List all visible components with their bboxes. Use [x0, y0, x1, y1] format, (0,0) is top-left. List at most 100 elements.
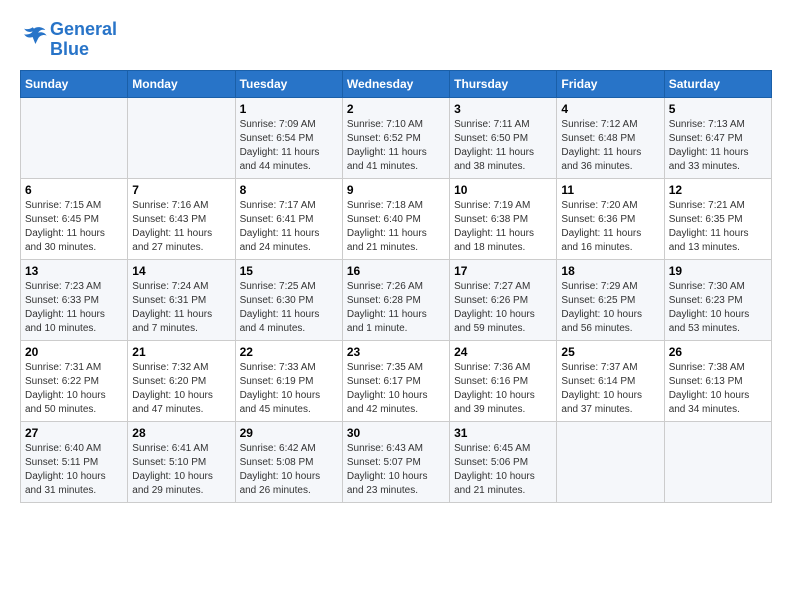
weekday-header: Friday	[557, 70, 664, 97]
day-info: Sunrise: 7:31 AM Sunset: 6:22 PM Dayligh…	[25, 361, 123, 417]
day-info: Sunrise: 7:32 AM Sunset: 6:20 PM Dayligh…	[132, 361, 230, 417]
day-number: 18	[561, 264, 659, 278]
day-info: Sunrise: 7:23 AM Sunset: 6:33 PM Dayligh…	[25, 280, 123, 336]
calendar-cell: 7 Sunrise: 7:16 AM Sunset: 6:43 PM Daylig…	[128, 178, 235, 259]
calendar-cell	[664, 421, 771, 502]
day-number: 16	[347, 264, 445, 278]
day-info: Sunrise: 7:20 AM Sunset: 6:36 PM Dayligh…	[561, 199, 659, 255]
calendar-cell: 30 Sunrise: 6:43 AM Sunset: 5:07 PM Dayli…	[342, 421, 449, 502]
day-info: Sunrise: 7:24 AM Sunset: 6:31 PM Dayligh…	[132, 280, 230, 336]
calendar-cell: 6 Sunrise: 7:15 AM Sunset: 6:45 PM Daylig…	[21, 178, 128, 259]
day-info: Sunrise: 7:26 AM Sunset: 6:28 PM Dayligh…	[347, 280, 445, 336]
weekday-header: Sunday	[21, 70, 128, 97]
day-number: 24	[454, 345, 552, 359]
day-number: 25	[561, 345, 659, 359]
day-number: 29	[240, 426, 338, 440]
weekday-header: Tuesday	[235, 70, 342, 97]
day-info: Sunrise: 7:15 AM Sunset: 6:45 PM Dayligh…	[25, 199, 123, 255]
day-number: 13	[25, 264, 123, 278]
calendar-week-row: 20 Sunrise: 7:31 AM Sunset: 6:22 PM Dayli…	[21, 340, 772, 421]
day-info: Sunrise: 7:09 AM Sunset: 6:54 PM Dayligh…	[240, 118, 338, 174]
calendar-cell	[21, 97, 128, 178]
day-info: Sunrise: 7:12 AM Sunset: 6:48 PM Dayligh…	[561, 118, 659, 174]
day-info: Sunrise: 7:19 AM Sunset: 6:38 PM Dayligh…	[454, 199, 552, 255]
day-number: 15	[240, 264, 338, 278]
calendar-week-row: 1Sunrise: 7:09 AM Sunset: 6:54 PM Daylig…	[21, 97, 772, 178]
day-info: Sunrise: 7:30 AM Sunset: 6:23 PM Dayligh…	[669, 280, 767, 336]
day-number: 11	[561, 183, 659, 197]
day-info: Sunrise: 7:27 AM Sunset: 6:26 PM Dayligh…	[454, 280, 552, 336]
day-number: 2	[347, 102, 445, 116]
logo: General Blue	[20, 20, 117, 60]
day-info: Sunrise: 6:43 AM Sunset: 5:07 PM Dayligh…	[347, 442, 445, 498]
day-number: 5	[669, 102, 767, 116]
day-number: 31	[454, 426, 552, 440]
calendar-week-row: 27 Sunrise: 6:40 AM Sunset: 5:11 PM Dayli…	[21, 421, 772, 502]
calendar-week-row: 6 Sunrise: 7:15 AM Sunset: 6:45 PM Daylig…	[21, 178, 772, 259]
calendar-cell: 26 Sunrise: 7:38 AM Sunset: 6:13 PM Dayli…	[664, 340, 771, 421]
day-number: 26	[669, 345, 767, 359]
day-number: 10	[454, 183, 552, 197]
day-number: 9	[347, 183, 445, 197]
calendar-header: SundayMondayTuesdayWednesdayThursdayFrid…	[21, 70, 772, 97]
calendar-cell: 8Sunrise: 7:17 AM Sunset: 6:41 PM Daylig…	[235, 178, 342, 259]
calendar-cell: 28 Sunrise: 6:41 AM Sunset: 5:10 PM Dayli…	[128, 421, 235, 502]
day-number: 28	[132, 426, 230, 440]
calendar-cell: 16 Sunrise: 7:26 AM Sunset: 6:28 PM Dayli…	[342, 259, 449, 340]
weekday-header: Saturday	[664, 70, 771, 97]
day-info: Sunrise: 7:33 AM Sunset: 6:19 PM Dayligh…	[240, 361, 338, 417]
calendar-cell: 2 Sunrise: 7:10 AM Sunset: 6:52 PM Daylig…	[342, 97, 449, 178]
weekday-row: SundayMondayTuesdayWednesdayThursdayFrid…	[21, 70, 772, 97]
day-number: 6	[25, 183, 123, 197]
day-info: Sunrise: 7:16 AM Sunset: 6:43 PM Dayligh…	[132, 199, 230, 255]
calendar-cell: 15 Sunrise: 7:25 AM Sunset: 6:30 PM Dayli…	[235, 259, 342, 340]
day-info: Sunrise: 7:38 AM Sunset: 6:13 PM Dayligh…	[669, 361, 767, 417]
day-info: Sunrise: 6:41 AM Sunset: 5:10 PM Dayligh…	[132, 442, 230, 498]
calendar-cell: 29 Sunrise: 6:42 AM Sunset: 5:08 PM Dayli…	[235, 421, 342, 502]
calendar-table: SundayMondayTuesdayWednesdayThursdayFrid…	[20, 70, 772, 503]
logo-icon	[20, 23, 48, 51]
day-number: 3	[454, 102, 552, 116]
day-number: 12	[669, 183, 767, 197]
day-number: 22	[240, 345, 338, 359]
calendar-cell: 31 Sunrise: 6:45 AM Sunset: 5:06 PM Dayli…	[450, 421, 557, 502]
day-number: 19	[669, 264, 767, 278]
calendar-cell: 1Sunrise: 7:09 AM Sunset: 6:54 PM Daylig…	[235, 97, 342, 178]
day-info: Sunrise: 7:35 AM Sunset: 6:17 PM Dayligh…	[347, 361, 445, 417]
calendar-cell: 10 Sunrise: 7:19 AM Sunset: 6:38 PM Dayli…	[450, 178, 557, 259]
day-info: Sunrise: 7:13 AM Sunset: 6:47 PM Dayligh…	[669, 118, 767, 174]
day-info: Sunrise: 6:40 AM Sunset: 5:11 PM Dayligh…	[25, 442, 123, 498]
calendar-cell: 21 Sunrise: 7:32 AM Sunset: 6:20 PM Dayli…	[128, 340, 235, 421]
day-info: Sunrise: 7:18 AM Sunset: 6:40 PM Dayligh…	[347, 199, 445, 255]
day-info: Sunrise: 7:29 AM Sunset: 6:25 PM Dayligh…	[561, 280, 659, 336]
day-number: 27	[25, 426, 123, 440]
calendar-cell: 3 Sunrise: 7:11 AM Sunset: 6:50 PM Daylig…	[450, 97, 557, 178]
day-number: 30	[347, 426, 445, 440]
day-number: 14	[132, 264, 230, 278]
calendar-week-row: 13 Sunrise: 7:23 AM Sunset: 6:33 PM Dayli…	[21, 259, 772, 340]
calendar-cell: 11 Sunrise: 7:20 AM Sunset: 6:36 PM Dayli…	[557, 178, 664, 259]
calendar-cell: 24 Sunrise: 7:36 AM Sunset: 6:16 PM Dayli…	[450, 340, 557, 421]
calendar-cell	[557, 421, 664, 502]
calendar-cell	[128, 97, 235, 178]
weekday-header: Monday	[128, 70, 235, 97]
day-number: 7	[132, 183, 230, 197]
calendar-cell: 18 Sunrise: 7:29 AM Sunset: 6:25 PM Dayli…	[557, 259, 664, 340]
day-number: 4	[561, 102, 659, 116]
calendar-cell: 27 Sunrise: 6:40 AM Sunset: 5:11 PM Dayli…	[21, 421, 128, 502]
calendar-cell: 12Sunrise: 7:21 AM Sunset: 6:35 PM Dayli…	[664, 178, 771, 259]
calendar-cell: 17Sunrise: 7:27 AM Sunset: 6:26 PM Dayli…	[450, 259, 557, 340]
day-number: 23	[347, 345, 445, 359]
calendar-cell: 23 Sunrise: 7:35 AM Sunset: 6:17 PM Dayli…	[342, 340, 449, 421]
day-info: Sunrise: 7:36 AM Sunset: 6:16 PM Dayligh…	[454, 361, 552, 417]
day-info: Sunrise: 7:11 AM Sunset: 6:50 PM Dayligh…	[454, 118, 552, 174]
logo-text: General Blue	[50, 20, 117, 60]
day-info: Sunrise: 6:42 AM Sunset: 5:08 PM Dayligh…	[240, 442, 338, 498]
calendar-cell: 20 Sunrise: 7:31 AM Sunset: 6:22 PM Dayli…	[21, 340, 128, 421]
day-info: Sunrise: 7:25 AM Sunset: 6:30 PM Dayligh…	[240, 280, 338, 336]
day-info: Sunrise: 6:45 AM Sunset: 5:06 PM Dayligh…	[454, 442, 552, 498]
day-info: Sunrise: 7:37 AM Sunset: 6:14 PM Dayligh…	[561, 361, 659, 417]
day-info: Sunrise: 7:10 AM Sunset: 6:52 PM Dayligh…	[347, 118, 445, 174]
day-number: 20	[25, 345, 123, 359]
day-number: 21	[132, 345, 230, 359]
